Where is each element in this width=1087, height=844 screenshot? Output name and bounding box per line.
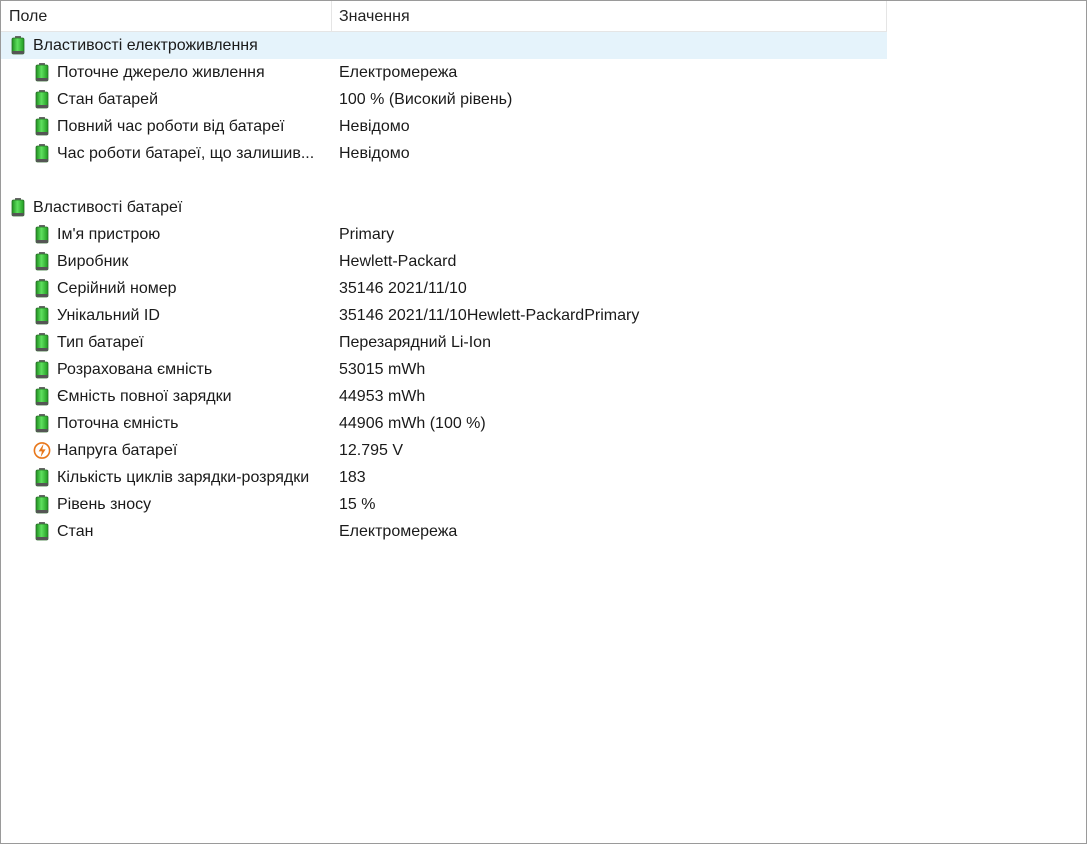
property-value: Електромережа: [339, 523, 458, 540]
column-header-field[interactable]: Поле: [1, 1, 332, 31]
property-value: 100 % (Високий рівень): [339, 91, 513, 108]
property-value: 53015 mWh: [339, 361, 426, 378]
column-header-value[interactable]: Значення: [332, 1, 887, 31]
battery-icon: [35, 63, 49, 82]
battery-icon: [35, 387, 49, 406]
group-row-power-properties[interactable]: Властивості електроживлення: [1, 32, 887, 59]
property-value: 183: [339, 469, 366, 486]
property-row[interactable]: Розрахована ємність 53015 mWh: [1, 356, 887, 383]
battery-icon: [35, 252, 49, 271]
property-field: Напруга батареї: [57, 442, 178, 459]
property-value: Електромережа: [339, 64, 458, 81]
battery-icon: [35, 333, 49, 352]
battery-info-window: Поле Значення Властивості електроживленн…: [0, 0, 1087, 844]
property-field: Стан: [57, 523, 94, 540]
battery-icon: [35, 414, 49, 433]
property-row[interactable]: Серійний номер 35146 2021/11/10: [1, 275, 887, 302]
group-title: Властивості електроживлення: [33, 37, 258, 54]
battery-icon: [35, 225, 49, 244]
property-row[interactable]: Тип батареї Перезарядний Li-Ion: [1, 329, 887, 356]
property-value: 12.795 V: [339, 442, 404, 459]
battery-icon: [11, 198, 25, 217]
property-value: Hewlett-Packard: [339, 253, 457, 270]
property-field: Стан батарей: [57, 91, 159, 108]
property-list: Властивості електроживлення Поточне джер…: [1, 32, 887, 545]
property-field: Час роботи батареї, що залишив...: [57, 145, 315, 162]
battery-icon: [35, 117, 49, 136]
battery-icon: [35, 279, 49, 298]
property-field: Рівень зносу: [57, 496, 152, 513]
property-row[interactable]: Кількість циклів зарядки-розрядки 183: [1, 464, 887, 491]
battery-icon: [35, 360, 49, 379]
property-field: Серійний номер: [57, 280, 177, 297]
property-row[interactable]: Час роботи батареї, що залишив... Невідо…: [1, 140, 887, 167]
property-field: Кількість циклів зарядки-розрядки: [57, 469, 310, 486]
property-row[interactable]: Ємність повної зарядки 44953 mWh: [1, 383, 887, 410]
property-field: Розрахована ємність: [57, 361, 213, 378]
property-field: Виробник: [57, 253, 129, 270]
property-field: Ім'я пристрою: [57, 226, 161, 243]
property-value: 35146 2021/11/10: [339, 280, 467, 297]
property-row[interactable]: Стан Електромережа: [1, 518, 887, 545]
row-spacer: [1, 167, 887, 194]
property-row[interactable]: Поточне джерело живлення Електромережа: [1, 59, 887, 86]
property-value: 44953 mWh: [339, 388, 426, 405]
property-field: Поточне джерело живлення: [57, 64, 265, 81]
property-row[interactable]: Ім'я пристрою Primary: [1, 221, 887, 248]
group-title: Властивості батареї: [33, 199, 183, 216]
battery-icon: [35, 468, 49, 487]
battery-icon: [35, 144, 49, 163]
battery-icon: [11, 36, 25, 55]
list-header: Поле Значення: [1, 1, 887, 32]
group-row-battery-properties[interactable]: Властивості батареї: [1, 194, 887, 221]
property-row[interactable]: Виробник Hewlett-Packard: [1, 248, 887, 275]
battery-icon: [35, 495, 49, 514]
property-row[interactable]: Стан батарей 100 % (Високий рівень): [1, 86, 887, 113]
property-value: Primary: [339, 226, 395, 243]
property-value: 35146 2021/11/10Hewlett-PackardPrimary: [339, 307, 640, 324]
property-value: Перезарядний Li-Ion: [339, 334, 491, 351]
property-row[interactable]: Напруга батареї 12.795 V: [1, 437, 887, 464]
voltage-icon: [33, 442, 51, 459]
battery-icon: [35, 522, 49, 541]
property-row[interactable]: Рівень зносу 15 %: [1, 491, 887, 518]
property-field: Ємність повної зарядки: [57, 388, 232, 405]
property-value: Невідомо: [339, 145, 410, 162]
property-row[interactable]: Повний час роботи від батареї Невідомо: [1, 113, 887, 140]
property-value: Невідомо: [339, 118, 410, 135]
property-field: Тип батареї: [57, 334, 144, 351]
battery-icon: [35, 90, 49, 109]
property-field: Повний час роботи від батареї: [57, 118, 285, 135]
property-value: 44906 mWh (100 %): [339, 415, 486, 432]
property-field: Поточна ємність: [57, 415, 179, 432]
property-field: Унікальний ID: [57, 307, 160, 324]
property-value: 15 %: [339, 496, 376, 513]
property-row[interactable]: Поточна ємність 44906 mWh (100 %): [1, 410, 887, 437]
property-row[interactable]: Унікальний ID 35146 2021/11/10Hewlett-Pa…: [1, 302, 887, 329]
battery-icon: [35, 306, 49, 325]
